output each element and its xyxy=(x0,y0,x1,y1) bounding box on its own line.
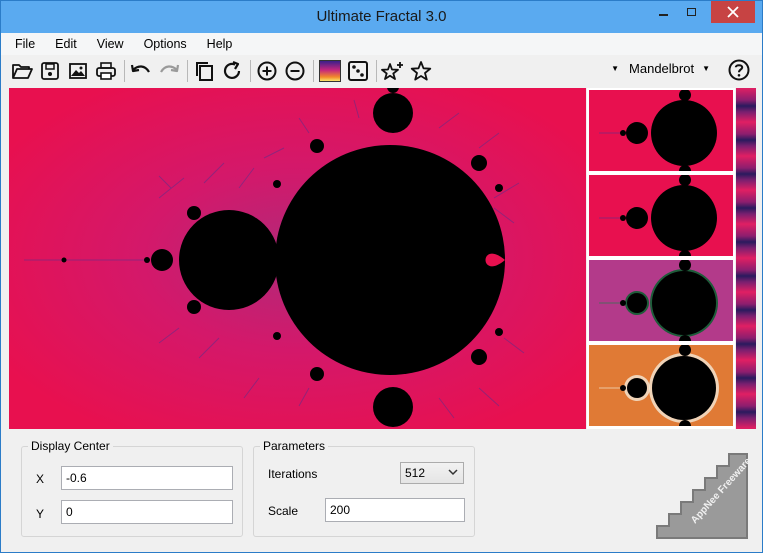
zoom-out-icon[interactable] xyxy=(282,58,308,84)
menu-bar: File Edit View Options Help xyxy=(1,33,762,55)
menu-edit[interactable]: Edit xyxy=(55,37,77,51)
image-icon[interactable] xyxy=(65,58,91,84)
toolbar-separator xyxy=(250,60,251,82)
minimize-icon xyxy=(658,14,668,16)
redo-icon[interactable] xyxy=(156,58,182,84)
toolbar-separator xyxy=(376,60,377,82)
iterations-value: 512 xyxy=(405,466,426,480)
display-center-group: Display Center X Y xyxy=(21,439,243,537)
app-window: Ultimate Fractal 3.0 File Edit View Opti… xyxy=(0,0,763,553)
print-icon[interactable] xyxy=(93,58,119,84)
chevron-down-icon: ▼ xyxy=(702,64,710,73)
refresh-icon[interactable] xyxy=(219,58,245,84)
thumbnail-4[interactable] xyxy=(588,344,734,427)
zoom-in-icon[interactable] xyxy=(254,58,280,84)
open-folder-icon[interactable] xyxy=(9,58,35,84)
minimize-button[interactable] xyxy=(651,1,675,23)
center-y-input[interactable] xyxy=(61,500,233,524)
iterations-select[interactable]: 512 xyxy=(400,462,464,484)
menu-file[interactable]: File xyxy=(15,37,35,51)
gradient-icon[interactable] xyxy=(317,58,343,84)
fractal-thumbnails xyxy=(587,88,735,429)
scale-label: Scale xyxy=(268,504,299,518)
scale-input[interactable] xyxy=(325,498,465,522)
undo-icon[interactable] xyxy=(128,58,154,84)
close-button[interactable] xyxy=(711,1,755,23)
maximize-button[interactable] xyxy=(679,1,703,23)
save-icon[interactable] xyxy=(37,58,63,84)
display-center-title: Display Center xyxy=(28,439,113,453)
toolbar-separator xyxy=(187,60,188,82)
menu-view[interactable]: View xyxy=(97,37,124,51)
fractal-view[interactable] xyxy=(9,88,586,429)
toolbar: ▼ Mandelbrot ▼ xyxy=(1,56,762,86)
thumbnail-3[interactable] xyxy=(588,259,734,342)
chevron-down-icon: ▼ xyxy=(611,64,620,73)
menu-help[interactable]: Help xyxy=(207,37,233,51)
watermark-logo: AppNee Freeware Group. xyxy=(653,429,763,542)
thumbnail-1[interactable] xyxy=(588,89,734,172)
y-label: Y xyxy=(36,507,45,521)
menu-options[interactable]: Options xyxy=(144,37,187,51)
copy-icon[interactable] xyxy=(191,58,217,84)
dice-icon[interactable] xyxy=(345,58,371,84)
fractal-type-value: Mandelbrot xyxy=(629,61,695,76)
favorite-icon[interactable] xyxy=(408,58,434,84)
window-title: Ultimate Fractal 3.0 xyxy=(316,8,447,25)
center-x-input[interactable] xyxy=(61,466,233,490)
maximize-icon xyxy=(686,8,696,16)
thumbnail-2[interactable] xyxy=(588,174,734,257)
title-bar: Ultimate Fractal 3.0 xyxy=(1,1,762,33)
x-label: X xyxy=(36,472,45,486)
close-icon xyxy=(727,6,739,18)
iterations-label: Iterations xyxy=(268,467,318,481)
chevron-down-icon xyxy=(448,469,458,476)
parameters-group: Parameters Iterations 512 Scale xyxy=(253,439,475,537)
color-palette-strip[interactable] xyxy=(736,88,756,429)
parameters-title: Parameters xyxy=(260,439,329,453)
toolbar-separator xyxy=(313,60,314,82)
add-favorite-icon[interactable] xyxy=(380,58,406,84)
toolbar-separator xyxy=(124,60,125,82)
bottom-panel: Display Center X Y Parameters Iterations… xyxy=(1,430,762,552)
fractal-type-select[interactable]: ▼ Mandelbrot ▼ xyxy=(611,61,710,76)
help-icon[interactable] xyxy=(728,59,750,81)
